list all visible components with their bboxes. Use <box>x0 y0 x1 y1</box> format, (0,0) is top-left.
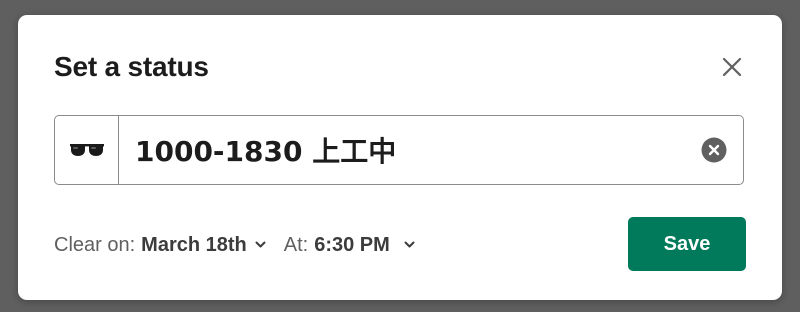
chevron-down-icon <box>404 241 415 249</box>
dialog-title: Set a status <box>54 51 209 82</box>
clear-on-label: Clear on: <box>54 233 136 256</box>
sunglasses-icon <box>69 144 104 156</box>
clear-on-dropdown[interactable]: Clear on: March 18th <box>54 234 266 257</box>
chevron-down-icon <box>255 241 266 249</box>
emoji-picker-button[interactable] <box>55 116 119 184</box>
status-input[interactable] <box>119 116 685 184</box>
status-field <box>54 115 744 185</box>
close-icon <box>722 57 742 77</box>
clear-circle-x-icon <box>701 137 727 163</box>
clear-status-button[interactable] <box>685 116 743 184</box>
clear-on-value: March 18th <box>141 233 247 256</box>
at-label: At: <box>283 233 309 256</box>
close-button[interactable] <box>714 49 750 85</box>
at-time-value: 6:30 PM <box>314 233 390 256</box>
save-button[interactable]: Save <box>628 217 746 271</box>
at-time-dropdown[interactable]: At: 6:30 PM <box>284 234 415 257</box>
set-status-dialog: Set a status Clear on: <box>18 15 782 300</box>
clear-schedule: Clear on: March 18th At: 6:30 PM <box>54 230 415 260</box>
